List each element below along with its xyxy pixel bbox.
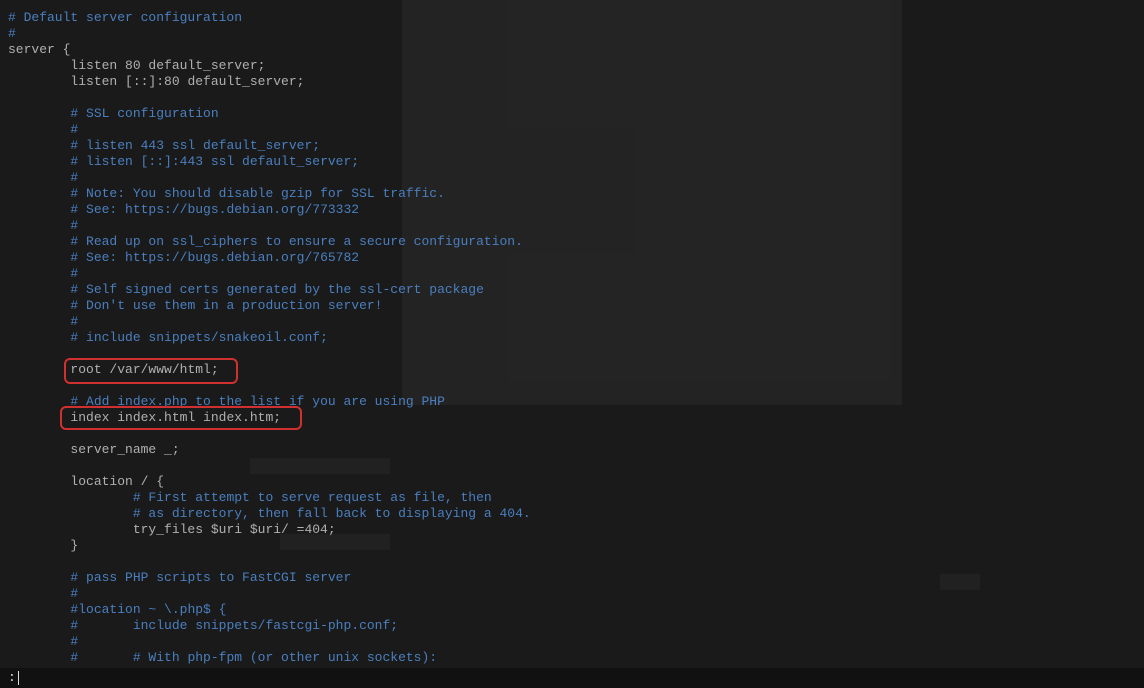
code-line: # listen [::]:443 ssl default_server;	[0, 154, 359, 170]
code-line	[0, 346, 8, 362]
code-line: try_files $uri $uri/ =404;	[0, 522, 336, 538]
code-line: # See: https://bugs.debian.org/765782	[0, 250, 359, 266]
code-line: # as directory, then fall back to displa…	[0, 506, 531, 522]
code-line: #	[0, 314, 78, 330]
code-line: # Note: You should disable gzip for SSL …	[0, 186, 445, 202]
code-line: # Don't use them in a production server!	[0, 298, 382, 314]
code-line: # Read up on ssl_ciphers to ensure a sec…	[0, 234, 523, 250]
code-line: # See: https://bugs.debian.org/773332	[0, 202, 359, 218]
code-line: location / {	[0, 474, 164, 490]
code-line: # pass PHP scripts to FastCGI server	[0, 570, 351, 586]
code-line: # Add index.php to the list if you are u…	[0, 394, 445, 410]
command-prompt: :	[8, 668, 16, 688]
command-cursor	[18, 671, 19, 685]
code-line: # Self signed certs generated by the ssl…	[0, 282, 484, 298]
code-line	[0, 426, 8, 442]
code-line: # include snippets/snakeoil.conf;	[0, 330, 328, 346]
code-line: #	[0, 586, 78, 602]
vim-command-line[interactable]: :	[0, 668, 1144, 688]
code-line: #	[0, 26, 16, 42]
code-line: #location ~ \.php$ {	[0, 602, 226, 618]
code-line: #	[0, 266, 78, 282]
code-line: root /var/www/html;	[0, 362, 219, 378]
code-line: #	[0, 218, 78, 234]
code-line	[0, 458, 8, 474]
code-line: server_name _;	[0, 442, 180, 458]
code-line: # # With php-fpm (or other unix sockets)…	[0, 650, 437, 666]
code-line: listen [::]:80 default_server;	[0, 74, 304, 90]
code-line	[0, 90, 8, 106]
code-line: server {	[0, 42, 70, 58]
code-line: # SSL configuration	[0, 106, 219, 122]
code-line: }	[0, 538, 78, 554]
editor-viewport[interactable]: # Default server configuration#server { …	[0, 0, 1144, 688]
code-line: index index.html index.htm;	[0, 410, 281, 426]
code-line: #	[0, 170, 78, 186]
code-line: listen 80 default_server;	[0, 58, 265, 74]
code-line: #	[0, 634, 78, 650]
code-line	[0, 378, 8, 394]
code-line: # Default server configuration	[0, 10, 242, 26]
code-line: #	[0, 122, 78, 138]
code-line	[0, 554, 8, 570]
code-line: # First attempt to serve request as file…	[0, 490, 492, 506]
code-line: # listen 443 ssl default_server;	[0, 138, 320, 154]
code-line: # include snippets/fastcgi-php.conf;	[0, 618, 398, 634]
